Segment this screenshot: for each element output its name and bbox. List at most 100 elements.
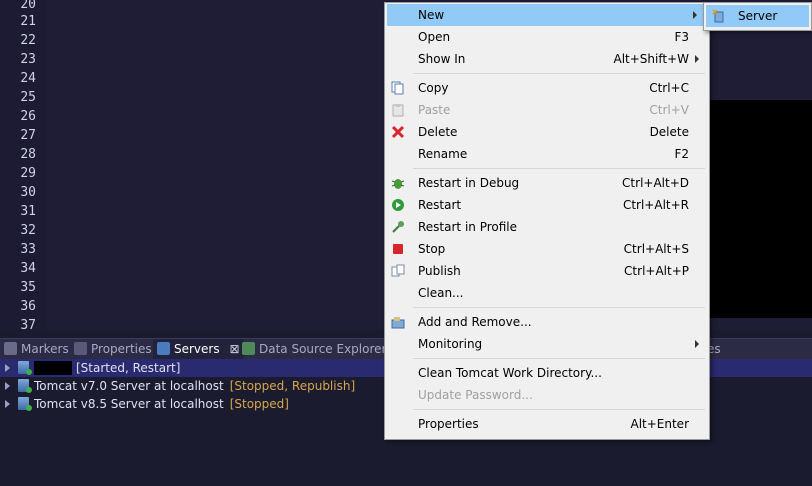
menu-label: Open bbox=[418, 30, 451, 44]
tab-servers[interactable]: Servers ⊠ bbox=[153, 339, 244, 360]
menu-label: Copy bbox=[418, 81, 449, 95]
menu-item-monitoring[interactable]: Monitoring bbox=[385, 333, 709, 355]
copy-icon bbox=[391, 81, 404, 95]
menu-shortcut: Ctrl+Alt+P bbox=[624, 264, 689, 278]
expand-arrow-icon[interactable] bbox=[5, 364, 10, 372]
line-number: 27 bbox=[20, 128, 36, 143]
markers-icon bbox=[4, 342, 17, 355]
close-icon[interactable]: ⊠ bbox=[229, 342, 239, 356]
line-number: 26 bbox=[20, 109, 36, 124]
menu-item-copy[interactable]: Copy Ctrl+C bbox=[385, 77, 709, 99]
line-number: 33 bbox=[20, 242, 36, 257]
menu-item-restart[interactable]: Restart Ctrl+Alt+R bbox=[385, 194, 709, 216]
data-source-explorer-icon bbox=[242, 342, 255, 355]
line-number: 35 bbox=[20, 280, 36, 295]
menu-item-update-password[interactable]: Update Password... bbox=[385, 384, 709, 406]
tab-label: Properties bbox=[91, 342, 152, 356]
profile-icon bbox=[392, 221, 404, 233]
menu-label: Add and Remove... bbox=[418, 315, 532, 329]
redacted-server-name bbox=[34, 361, 72, 375]
line-number-gutter: 20 21 22 23 24 25 26 27 28 29 30 31 32 3… bbox=[0, 0, 40, 333]
menu-shortcut: Ctrl+V bbox=[649, 103, 689, 117]
menu-item-show-in[interactable]: Show In Alt+Shift+W bbox=[385, 48, 709, 70]
servers-icon bbox=[157, 342, 170, 355]
menu-item-rename[interactable]: Rename F2 bbox=[385, 143, 709, 165]
chevron-right-icon bbox=[695, 340, 699, 348]
debug-icon bbox=[391, 179, 405, 189]
menu-label: Update Password... bbox=[418, 388, 533, 402]
line-number: 23 bbox=[20, 52, 36, 67]
expand-arrow-icon[interactable] bbox=[5, 382, 10, 390]
menu-shortcut: F3 bbox=[674, 30, 689, 44]
menu-shortcut: Ctrl+Alt+R bbox=[622, 198, 689, 212]
tab-properties[interactable]: Properties bbox=[74, 339, 152, 360]
menu-separator bbox=[413, 358, 705, 359]
menu-separator bbox=[413, 409, 705, 410]
menu-item-stop[interactable]: Stop Ctrl+Alt+S bbox=[385, 238, 709, 260]
menu-shortcut: Alt+Shift+W bbox=[613, 52, 690, 66]
stop-icon bbox=[393, 244, 403, 254]
menu-label: Paste bbox=[418, 103, 451, 117]
menu-item-publish[interactable]: Publish Ctrl+Alt+P bbox=[385, 260, 709, 282]
menu-label: Stop bbox=[418, 242, 446, 256]
new-server-icon bbox=[712, 9, 724, 23]
properties-icon bbox=[74, 342, 87, 355]
delete-icon bbox=[391, 125, 405, 139]
menu-label: Show In bbox=[418, 52, 466, 66]
menu-item-restart-in-debug[interactable]: Restart in Debug Ctrl+Alt+D bbox=[385, 172, 709, 194]
menu-item-new[interactable]: New bbox=[387, 4, 707, 26]
tab-label: Data Source Explorer bbox=[259, 342, 387, 356]
chevron-right-icon bbox=[693, 11, 697, 19]
editor-black-region bbox=[708, 100, 812, 318]
submenu-item-server[interactable]: Server bbox=[706, 5, 809, 27]
paste-icon bbox=[392, 104, 404, 117]
line-number: 29 bbox=[20, 166, 36, 181]
server-name: Tomcat v7.0 Server at localhost bbox=[34, 379, 224, 393]
expand-arrow-icon[interactable] bbox=[5, 400, 10, 408]
menu-label: Clean... bbox=[418, 286, 464, 300]
line-number: 22 bbox=[20, 33, 36, 48]
tab-label: Markers bbox=[21, 342, 69, 356]
menu-item-paste[interactable]: Paste Ctrl+V bbox=[385, 99, 709, 121]
menu-shortcut: Delete bbox=[649, 125, 689, 139]
menu-item-clean[interactable]: Clean... bbox=[385, 282, 709, 304]
line-number: 36 bbox=[20, 299, 36, 314]
line-number: 32 bbox=[20, 223, 36, 238]
server-icon bbox=[18, 361, 32, 375]
menu-label: Publish bbox=[418, 264, 461, 278]
menu-item-clean-tomcat-work-directory[interactable]: Clean Tomcat Work Directory... bbox=[385, 362, 709, 384]
line-number: 31 bbox=[20, 204, 36, 219]
menu-shortcut: F2 bbox=[674, 147, 689, 161]
chevron-right-icon bbox=[695, 55, 699, 63]
menu-item-properties[interactable]: Properties Alt+Enter bbox=[385, 413, 709, 435]
menu-label: Properties bbox=[418, 417, 479, 431]
server-state: [Stopped, Republish] bbox=[229, 379, 356, 393]
line-number: 34 bbox=[20, 261, 36, 276]
tab-label: Servers bbox=[174, 342, 220, 356]
line-number: 28 bbox=[20, 147, 36, 162]
menu-item-restart-in-profile[interactable]: Restart in Profile bbox=[385, 216, 709, 238]
line-number: 25 bbox=[20, 90, 36, 105]
new-submenu: Server bbox=[703, 2, 812, 31]
menu-shortcut: Ctrl+Alt+S bbox=[623, 242, 689, 256]
tab-data-source-explorer[interactable]: Data Source Explorer bbox=[242, 339, 386, 360]
menu-shortcut: Ctrl+C bbox=[649, 81, 689, 95]
context-menu: New Open F3 Show In Alt+Shift+W Copy Ctrl+C… bbox=[384, 2, 710, 440]
server-state: [Stopped] bbox=[229, 397, 289, 411]
menu-separator bbox=[413, 307, 705, 308]
tab-markers[interactable]: Markers bbox=[4, 339, 69, 360]
menu-item-delete[interactable]: Delete Delete bbox=[385, 121, 709, 143]
line-number: 30 bbox=[20, 185, 36, 200]
menu-label: Rename bbox=[418, 147, 468, 161]
menu-item-add-and-remove[interactable]: Add and Remove... bbox=[385, 311, 709, 333]
server-icon bbox=[18, 379, 32, 393]
menu-label: Clean Tomcat Work Directory... bbox=[418, 366, 602, 380]
publish-icon bbox=[391, 264, 405, 277]
menu-item-open[interactable]: Open F3 bbox=[385, 26, 709, 48]
line-number: 21 bbox=[20, 14, 36, 29]
menu-label: Restart bbox=[418, 198, 462, 212]
server-state: [Started, Restart] bbox=[76, 361, 181, 375]
menu-label: New bbox=[418, 8, 445, 22]
menu-label: Monitoring bbox=[418, 337, 483, 351]
menu-label: Delete bbox=[418, 125, 458, 139]
